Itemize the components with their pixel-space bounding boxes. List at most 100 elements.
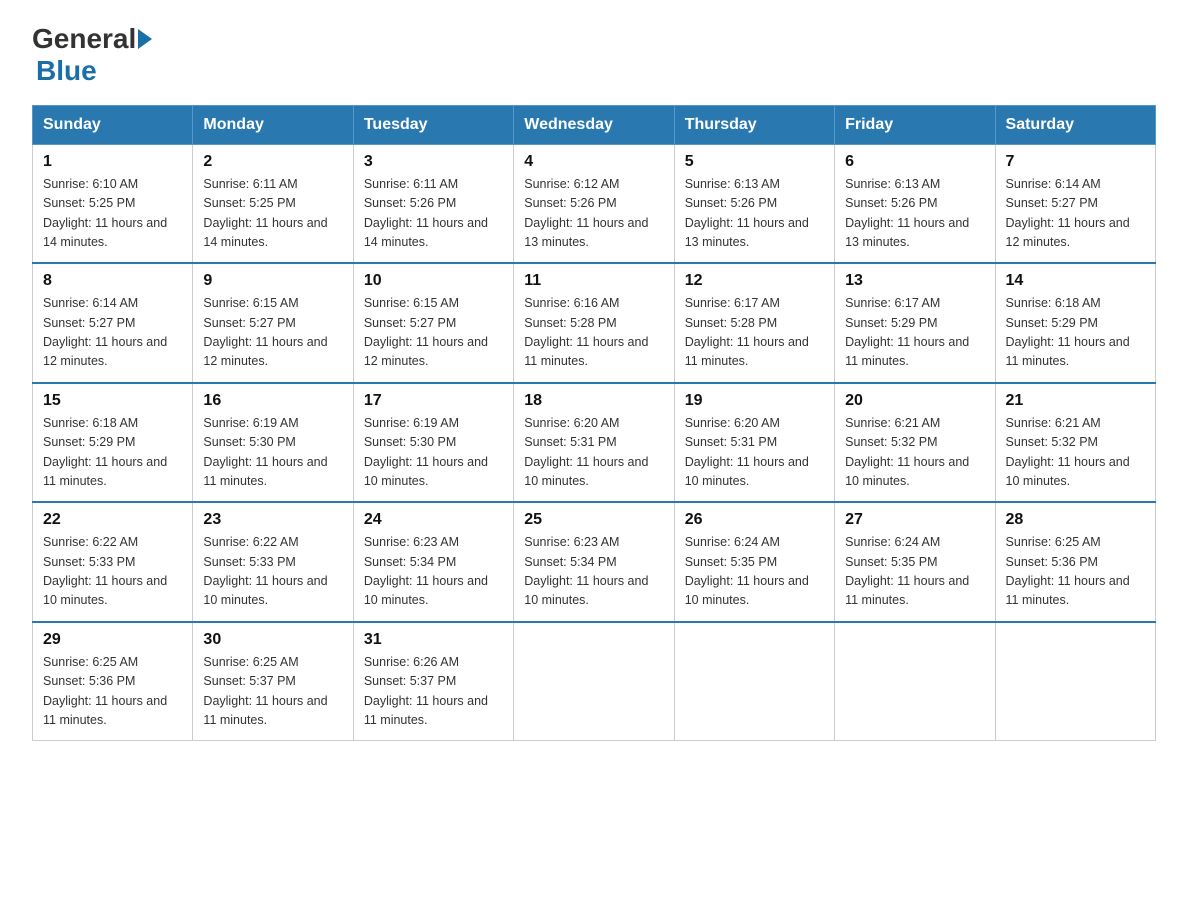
- day-info: Sunrise: 6:14 AMSunset: 5:27 PMDaylight:…: [43, 294, 182, 372]
- calendar-cell: 20 Sunrise: 6:21 AMSunset: 5:32 PMDayligh…: [835, 383, 995, 503]
- day-number: 19: [685, 392, 824, 410]
- weekday-header-sunday: Sunday: [33, 105, 193, 144]
- day-info: Sunrise: 6:23 AMSunset: 5:34 PMDaylight:…: [364, 533, 503, 611]
- calendar-cell: 2 Sunrise: 6:11 AMSunset: 5:25 PMDaylight…: [193, 144, 353, 263]
- day-number: 2: [203, 153, 342, 171]
- calendar-cell: 29 Sunrise: 6:25 AMSunset: 5:36 PMDayligh…: [33, 622, 193, 741]
- calendar-cell: [835, 622, 995, 741]
- calendar-week-row: 15Sunrise: 6:18 AMSunset: 5:29 PMDayligh…: [33, 383, 1156, 503]
- weekday-header-friday: Friday: [835, 105, 995, 144]
- calendar-cell: 15Sunrise: 6:18 AMSunset: 5:29 PMDayligh…: [33, 383, 193, 503]
- day-number: 15: [43, 392, 182, 410]
- calendar-cell: [674, 622, 834, 741]
- logo-general-text: General: [32, 24, 136, 55]
- day-number: 13: [845, 272, 984, 290]
- day-number: 16: [203, 392, 342, 410]
- calendar-cell: 4Sunrise: 6:12 AMSunset: 5:26 PMDaylight…: [514, 144, 674, 263]
- calendar-cell: 25 Sunrise: 6:23 AMSunset: 5:34 PMDayligh…: [514, 502, 674, 622]
- day-info: Sunrise: 6:17 AMSunset: 5:29 PMDaylight:…: [845, 294, 984, 372]
- calendar-cell: 14Sunrise: 6:18 AMSunset: 5:29 PMDayligh…: [995, 263, 1155, 383]
- day-number: 18: [524, 392, 663, 410]
- day-number: 5: [685, 153, 824, 171]
- day-info: Sunrise: 6:23 AMSunset: 5:34 PMDaylight:…: [524, 533, 663, 611]
- day-number: 10: [364, 272, 503, 290]
- day-info: Sunrise: 6:20 AMSunset: 5:31 PMDaylight:…: [524, 414, 663, 492]
- weekday-header-saturday: Saturday: [995, 105, 1155, 144]
- calendar-cell: 8 Sunrise: 6:14 AMSunset: 5:27 PMDaylight…: [33, 263, 193, 383]
- day-info: Sunrise: 6:15 AMSunset: 5:27 PMDaylight:…: [203, 294, 342, 372]
- logo-arrow-icon: [138, 29, 152, 49]
- logo: General Blue: [32, 24, 154, 87]
- weekday-header-monday: Monday: [193, 105, 353, 144]
- weekday-header-row: SundayMondayTuesdayWednesdayThursdayFrid…: [33, 105, 1156, 144]
- day-info: Sunrise: 6:12 AMSunset: 5:26 PMDaylight:…: [524, 175, 663, 253]
- calendar-table: SundayMondayTuesdayWednesdayThursdayFrid…: [32, 105, 1156, 742]
- day-info: Sunrise: 6:19 AMSunset: 5:30 PMDaylight:…: [364, 414, 503, 492]
- day-number: 23: [203, 511, 342, 529]
- day-number: 27: [845, 511, 984, 529]
- day-info: Sunrise: 6:26 AMSunset: 5:37 PMDaylight:…: [364, 653, 503, 731]
- weekday-header-wednesday: Wednesday: [514, 105, 674, 144]
- day-info: Sunrise: 6:25 AMSunset: 5:36 PMDaylight:…: [43, 653, 182, 731]
- calendar-cell: 24Sunrise: 6:23 AMSunset: 5:34 PMDayligh…: [353, 502, 513, 622]
- calendar-cell: 31 Sunrise: 6:26 AMSunset: 5:37 PMDayligh…: [353, 622, 513, 741]
- calendar-cell: 27Sunrise: 6:24 AMSunset: 5:35 PMDayligh…: [835, 502, 995, 622]
- calendar-week-row: 22 Sunrise: 6:22 AMSunset: 5:33 PMDayligh…: [33, 502, 1156, 622]
- logo-blue-text: Blue: [32, 55, 97, 87]
- day-info: Sunrise: 6:20 AMSunset: 5:31 PMDaylight:…: [685, 414, 824, 492]
- calendar-cell: 10 Sunrise: 6:15 AMSunset: 5:27 PMDayligh…: [353, 263, 513, 383]
- weekday-header-tuesday: Tuesday: [353, 105, 513, 144]
- day-number: 28: [1006, 511, 1145, 529]
- calendar-cell: 16 Sunrise: 6:19 AMSunset: 5:30 PMDayligh…: [193, 383, 353, 503]
- calendar-cell: 26 Sunrise: 6:24 AMSunset: 5:35 PMDayligh…: [674, 502, 834, 622]
- day-info: Sunrise: 6:21 AMSunset: 5:32 PMDaylight:…: [1006, 414, 1145, 492]
- page-header: General Blue: [32, 24, 1156, 87]
- day-info: Sunrise: 6:11 AMSunset: 5:25 PMDaylight:…: [203, 175, 342, 253]
- day-info: Sunrise: 6:10 AMSunset: 5:25 PMDaylight:…: [43, 175, 182, 253]
- calendar-cell: 6 Sunrise: 6:13 AMSunset: 5:26 PMDaylight…: [835, 144, 995, 263]
- calendar-cell: 30Sunrise: 6:25 AMSunset: 5:37 PMDayligh…: [193, 622, 353, 741]
- calendar-cell: 28 Sunrise: 6:25 AMSunset: 5:36 PMDayligh…: [995, 502, 1155, 622]
- calendar-week-row: 8 Sunrise: 6:14 AMSunset: 5:27 PMDaylight…: [33, 263, 1156, 383]
- weekday-header-thursday: Thursday: [674, 105, 834, 144]
- calendar-cell: [514, 622, 674, 741]
- day-number: 25: [524, 511, 663, 529]
- calendar-cell: 17 Sunrise: 6:19 AMSunset: 5:30 PMDayligh…: [353, 383, 513, 503]
- calendar-cell: [995, 622, 1155, 741]
- calendar-cell: 13 Sunrise: 6:17 AMSunset: 5:29 PMDayligh…: [835, 263, 995, 383]
- day-number: 21: [1006, 392, 1145, 410]
- calendar-cell: 9Sunrise: 6:15 AMSunset: 5:27 PMDaylight…: [193, 263, 353, 383]
- day-number: 30: [203, 631, 342, 649]
- day-info: Sunrise: 6:21 AMSunset: 5:32 PMDaylight:…: [845, 414, 984, 492]
- day-info: Sunrise: 6:25 AMSunset: 5:36 PMDaylight:…: [1006, 533, 1145, 611]
- calendar-cell: 7 Sunrise: 6:14 AMSunset: 5:27 PMDaylight…: [995, 144, 1155, 263]
- calendar-week-row: 29 Sunrise: 6:25 AMSunset: 5:36 PMDayligh…: [33, 622, 1156, 741]
- day-info: Sunrise: 6:13 AMSunset: 5:26 PMDaylight:…: [845, 175, 984, 253]
- day-number: 11: [524, 272, 663, 290]
- calendar-cell: 12 Sunrise: 6:17 AMSunset: 5:28 PMDayligh…: [674, 263, 834, 383]
- day-info: Sunrise: 6:15 AMSunset: 5:27 PMDaylight:…: [364, 294, 503, 372]
- day-info: Sunrise: 6:22 AMSunset: 5:33 PMDaylight:…: [43, 533, 182, 611]
- day-number: 22: [43, 511, 182, 529]
- day-number: 8: [43, 272, 182, 290]
- day-number: 29: [43, 631, 182, 649]
- day-info: Sunrise: 6:19 AMSunset: 5:30 PMDaylight:…: [203, 414, 342, 492]
- day-number: 6: [845, 153, 984, 171]
- day-info: Sunrise: 6:14 AMSunset: 5:27 PMDaylight:…: [1006, 175, 1145, 253]
- day-number: 3: [364, 153, 503, 171]
- day-number: 20: [845, 392, 984, 410]
- calendar-cell: 1Sunrise: 6:10 AMSunset: 5:25 PMDaylight…: [33, 144, 193, 263]
- calendar-cell: 11Sunrise: 6:16 AMSunset: 5:28 PMDayligh…: [514, 263, 674, 383]
- calendar-cell: 3Sunrise: 6:11 AMSunset: 5:26 PMDaylight…: [353, 144, 513, 263]
- calendar-cell: 18 Sunrise: 6:20 AMSunset: 5:31 PMDayligh…: [514, 383, 674, 503]
- day-info: Sunrise: 6:17 AMSunset: 5:28 PMDaylight:…: [685, 294, 824, 372]
- calendar-cell: 22 Sunrise: 6:22 AMSunset: 5:33 PMDayligh…: [33, 502, 193, 622]
- day-number: 17: [364, 392, 503, 410]
- day-number: 12: [685, 272, 824, 290]
- day-number: 7: [1006, 153, 1145, 171]
- day-number: 26: [685, 511, 824, 529]
- day-info: Sunrise: 6:24 AMSunset: 5:35 PMDaylight:…: [685, 533, 824, 611]
- day-info: Sunrise: 6:13 AMSunset: 5:26 PMDaylight:…: [685, 175, 824, 253]
- day-number: 31: [364, 631, 503, 649]
- calendar-cell: 21 Sunrise: 6:21 AMSunset: 5:32 PMDayligh…: [995, 383, 1155, 503]
